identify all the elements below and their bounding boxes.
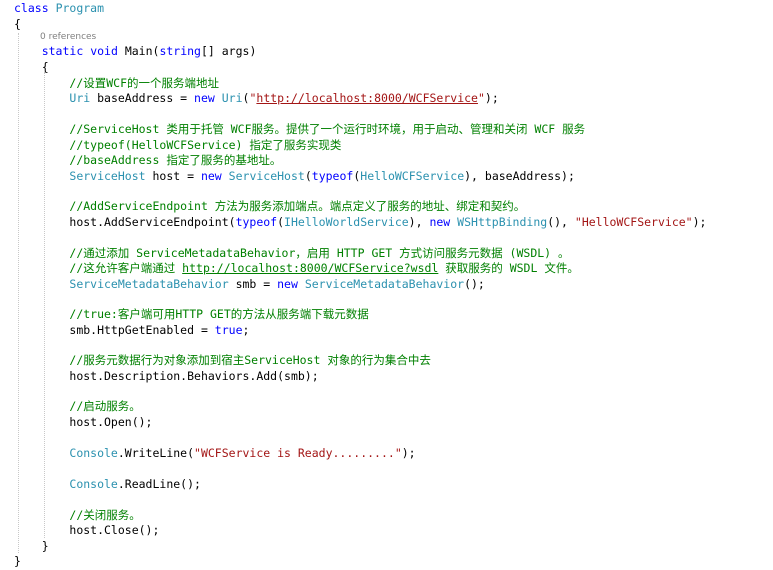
code-line-class-decl: class Program: [14, 0, 104, 16]
class-name: Program: [55, 1, 105, 15]
base-address-link[interactable]: http://localhost:8000/WCFService: [256, 91, 478, 105]
references-codelens[interactable]: 0 references: [40, 31, 96, 43]
code-comment: //服务元数据行为对象添加到宿主ServiceHost 对象的行为集合中去: [69, 353, 431, 367]
code-line-metadata-behavior: ServiceMetadataBehavior smb = new Servic…: [69, 277, 485, 291]
code-line-host-close: host.Close();: [69, 523, 160, 537]
code-comment: //ServiceHost 类用于托管 WCF服务。提供了一个运行时环境，用于启…: [69, 122, 586, 136]
code-line-http-get: smb.HttpGetEnabled = true;: [69, 323, 250, 337]
code-comment: //关闭服务。: [69, 508, 141, 522]
keyword-class: class: [14, 1, 49, 15]
code-editor[interactable]: class Program { 0 references static void…: [0, 0, 773, 570]
code-comment: //这允许客户端通过 http://localhost:8000/WCFServ…: [69, 261, 579, 275]
wsdl-link[interactable]: http://localhost:8000/WCFService?wsdl: [182, 261, 438, 275]
code-line-uri: Uri baseAddress = new Uri("http://localh…: [69, 91, 499, 105]
code-line-add-endpoint: host.AddServiceEndpoint(typeof(IHelloWor…: [69, 215, 707, 229]
code-comment: //通过添加 ServiceMetadataBehavior，启用 HTTP G…: [69, 246, 570, 260]
code-comment: //typeof(HelloWCFService) 指定了服务实现类: [69, 138, 342, 152]
code-comment: //设置WCF的一个服务端地址: [69, 76, 220, 90]
code-line-writeline: Console.WriteLine("WCFService is Ready..…: [69, 446, 416, 460]
indent-guide-class: [18, 33, 19, 553]
code-line-main-sig: static void Main(string[] args): [41, 44, 257, 58]
code-comment: //启动服务。: [69, 399, 141, 413]
code-comment: //true:客户端可用HTTP GET的方法从服务端下载元数据: [69, 307, 369, 321]
code-line-main-open: {: [41, 60, 49, 74]
code-line-behaviors-add: host.Description.Behaviors.Add(smb);: [69, 369, 319, 383]
code-comment: //AddServiceEndpoint 方法为服务添加端点。端点定义了服务的地…: [69, 199, 526, 213]
code-comment: //baseAddress 指定了服务的基地址。: [69, 153, 282, 167]
code-line-servicehost: ServiceHost host = new ServiceHost(typeo…: [69, 169, 575, 183]
code-line-host-open: host.Open();: [69, 415, 153, 429]
code-line-main-close: }: [41, 539, 49, 553]
code-line-class-open: {: [14, 17, 21, 31]
code-line-readline: Console.ReadLine();: [69, 477, 201, 491]
code-line-class-close: }: [14, 554, 21, 568]
